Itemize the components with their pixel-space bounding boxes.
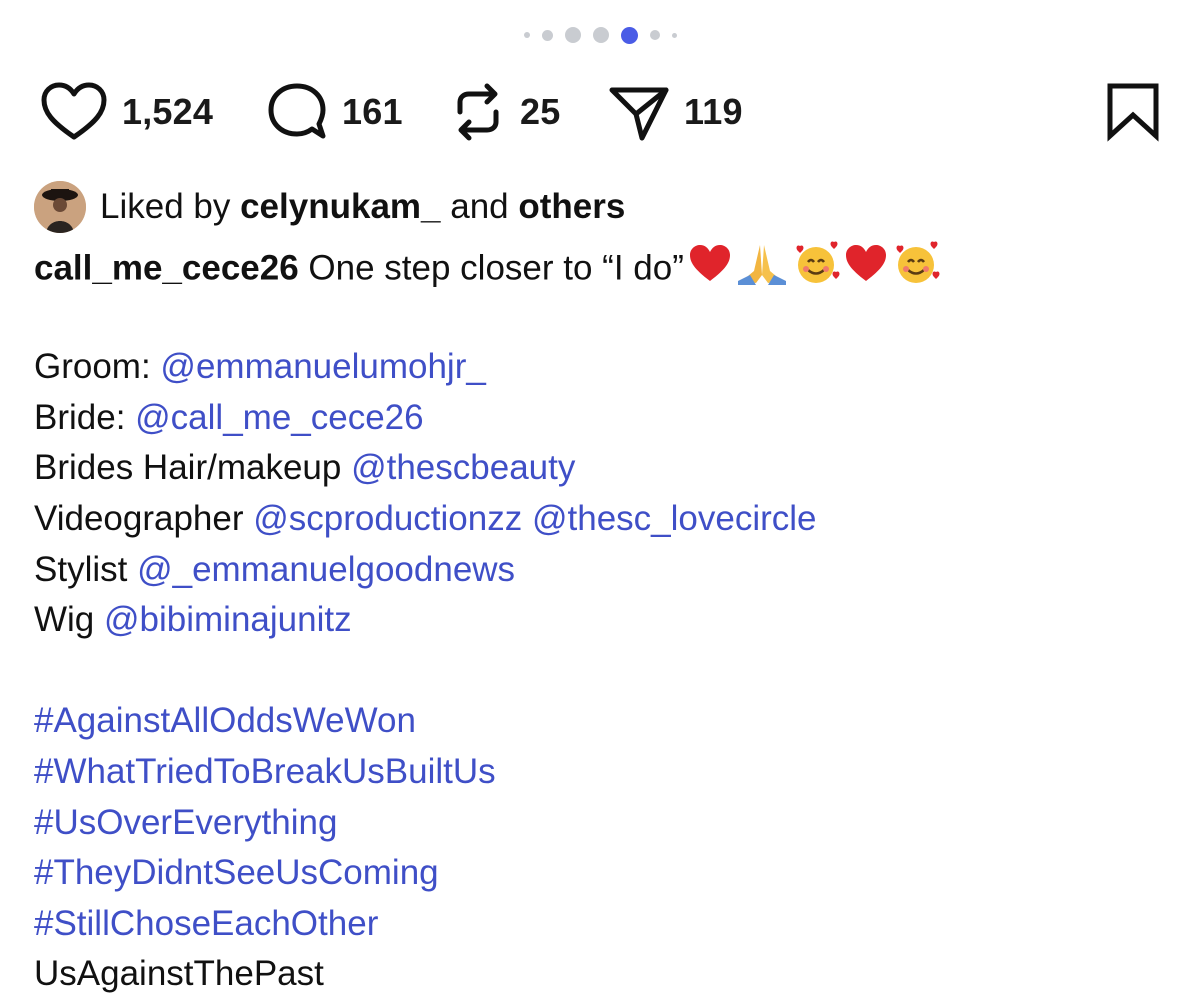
carousel-dot [564, 27, 581, 43]
mention-link[interactable]: @thescbeauty [351, 448, 575, 487]
credit-line: Brides Hair/makeup @thescbeauty [34, 443, 1170, 494]
caption-first-line: call_me_cece26 One step closer to “I do” [34, 241, 1170, 292]
credit-line: Groom: @emmanuelumohjr_ [34, 342, 1170, 393]
smiling-face-with-hearts-emoji-icon [792, 241, 840, 300]
repost-count: 25 [520, 91, 561, 132]
bookmark-icon [1106, 82, 1160, 142]
folded-hands-emoji-icon [736, 241, 788, 300]
heart-icon [40, 82, 108, 142]
repost-icon [450, 82, 506, 142]
credit-line: Stylist @_emmanuelgoodnews [34, 545, 1170, 596]
credit-line: Bride: @call_me_cece26 [34, 393, 1170, 444]
carousel-dot [649, 30, 660, 40]
carousel-dot [671, 32, 677, 38]
credit-label: Wig [34, 600, 104, 640]
mention-link[interactable]: @scproductionzz [253, 499, 522, 538]
hashtag-link[interactable]: #TheyDidntSeeUsComing [34, 848, 1170, 899]
carousel-dot-active [620, 26, 638, 44]
comment-count: 161 [342, 91, 403, 132]
share-button[interactable]: 119 [608, 80, 743, 144]
credit-line: Wig @bibiminajunitz [34, 595, 1170, 646]
action-bar: 1,524 161 25 119 [40, 80, 1160, 144]
red-heart-emoji-icon [844, 243, 888, 298]
mention-link[interactable]: @_emmanuelgoodnews [137, 550, 515, 589]
like-count: 1,524 [122, 91, 214, 132]
carousel-dot [523, 32, 530, 38]
hashtag-link[interactable]: #AgainstAllOddsWeWon [34, 696, 1170, 747]
hashtag-link[interactable]: #UsOverEverything [34, 798, 1170, 849]
credit-label: Videographer [34, 498, 254, 538]
comment-button[interactable]: 161 [266, 80, 403, 144]
credit-line: Videographer @scproductionzz @thesc_love… [34, 494, 1170, 545]
hashtag-link[interactable]: #WhatTriedToBreakUsBuiltUs [34, 747, 1170, 798]
caption-username-link[interactable]: call_me_cece26 [34, 249, 299, 288]
credit-label: Bride: [34, 397, 136, 437]
caption-text: One step closer to “I do” [298, 248, 684, 288]
liked-by-middle: and [440, 187, 519, 226]
liked-by-row: Liked by celynukam_ and others [34, 181, 625, 233]
carousel-dot [592, 27, 609, 43]
smiling-face-with-hearts-emoji-icon [892, 241, 940, 300]
liker-avatar[interactable] [34, 181, 86, 233]
caption-last-line: UsAgainstThePast [34, 954, 324, 994]
like-button[interactable]: 1,524 [40, 80, 213, 144]
mention-link[interactable]: @thesc_lovecircle [532, 499, 817, 538]
liked-by-others-link[interactable]: others [518, 187, 625, 227]
credit-label: Groom: [34, 347, 161, 387]
liked-by-user-link[interactable]: celynukam_ [240, 187, 440, 227]
save-button[interactable] [1106, 80, 1160, 144]
credit-label: Brides Hair/makeup [34, 448, 352, 488]
liked-by-prefix: Liked by [100, 187, 241, 226]
mention-link[interactable]: @bibiminajunitz [104, 600, 352, 639]
repost-button[interactable]: 25 [450, 80, 560, 144]
comment-bubble-icon [266, 81, 328, 143]
credit-label: Stylist [34, 549, 138, 589]
mention-link[interactable]: @emmanuelumohjr_ [160, 347, 485, 386]
red-heart-emoji-icon [688, 243, 732, 298]
paper-plane-icon [608, 82, 670, 142]
mention-link[interactable]: @call_me_cece26 [135, 398, 423, 437]
carousel-indicator [0, 24, 1200, 46]
hashtag-link[interactable]: #StillChoseEachOther [34, 899, 1170, 950]
carousel-dot [541, 29, 553, 41]
post-caption: call_me_cece26 One step closer to “I do”… [34, 241, 1170, 1000]
share-count: 119 [684, 91, 743, 132]
